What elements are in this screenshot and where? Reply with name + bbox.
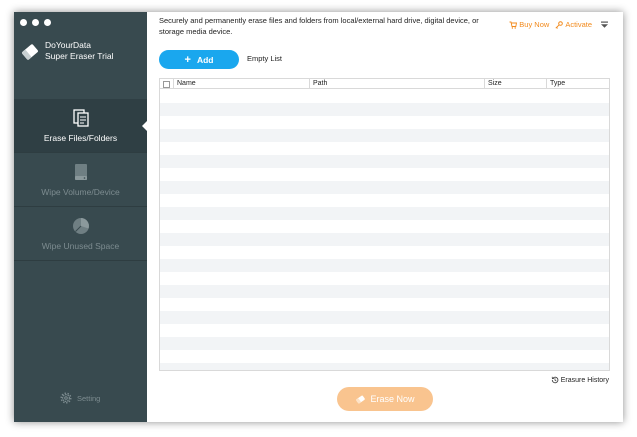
eraser-logo-icon [22, 44, 38, 60]
table-header: Name Path Size Type [160, 79, 609, 89]
minimize-window-button[interactable] [32, 19, 39, 26]
sidebar-item-label: Erase Files/Folders [43, 133, 118, 143]
eraser-icon [356, 395, 366, 403]
close-window-button[interactable] [20, 19, 27, 26]
app-name-line2: Super Eraser Trial [45, 51, 114, 61]
buy-now-label: Buy Now [519, 20, 550, 29]
plus-icon: + [184, 53, 191, 66]
erasure-history-link[interactable]: Erasure History [551, 376, 609, 384]
erase-now-label: Erase Now [370, 394, 415, 404]
drive-icon [74, 164, 87, 180]
app-name: DoYourData Super Eraser Trial [45, 40, 114, 62]
history-icon [551, 376, 559, 384]
sidebar-item-wipe-unused[interactable]: Wipe Unused Space [14, 207, 147, 261]
main-panel: Securely and permanently erase files and… [147, 12, 623, 422]
select-all-cell [160, 79, 174, 89]
table-body [160, 90, 609, 370]
files-icon [72, 109, 89, 127]
app-name-line1: DoYourData [45, 40, 91, 50]
buy-now-link[interactable]: Buy Now [509, 20, 549, 29]
top-actions: Buy Now Activate [503, 20, 609, 29]
select-all-checkbox[interactable] [163, 80, 170, 88]
gear-icon [60, 392, 72, 404]
erase-now-button[interactable]: Erase Now [337, 387, 433, 411]
add-button[interactable]: + Add [159, 50, 239, 69]
page-description: Securely and permanently erase files and… [159, 16, 479, 36]
activate-label: Activate [565, 20, 592, 29]
setting-button[interactable]: Setting [60, 392, 100, 404]
key-icon [555, 20, 564, 29]
sidebar-item-wipe-volume[interactable]: Wipe Volume/Device [14, 153, 147, 207]
pie-chart-icon [72, 218, 89, 234]
column-header-type[interactable]: Type [547, 79, 609, 89]
empty-list-button[interactable]: Empty List [247, 54, 282, 63]
window-controls [20, 19, 51, 26]
app-window: DoYourData Super Eraser Trial Erase File… [14, 12, 623, 422]
file-table: Name Path Size Type [159, 78, 610, 371]
column-header-path[interactable]: Path [310, 79, 485, 89]
zoom-window-button[interactable] [44, 19, 51, 26]
column-header-size[interactable]: Size [485, 79, 547, 89]
sidebar-item-label: Wipe Unused Space [41, 241, 120, 251]
activate-link[interactable]: Activate [555, 20, 592, 29]
add-button-label: Add [196, 54, 214, 65]
cart-icon [509, 21, 518, 29]
menu-icon[interactable] [600, 20, 609, 29]
erasure-history-label: Erasure History [560, 376, 609, 384]
sidebar-item-erase-files[interactable]: Erase Files/Folders [14, 99, 148, 153]
sidebar: DoYourData Super Eraser Trial Erase File… [14, 12, 148, 422]
app-brand: DoYourData Super Eraser Trial [19, 40, 114, 63]
setting-label: Setting [77, 393, 101, 403]
sidebar-item-label: Wipe Volume/Device [41, 187, 120, 197]
column-header-name[interactable]: Name [174, 79, 310, 89]
